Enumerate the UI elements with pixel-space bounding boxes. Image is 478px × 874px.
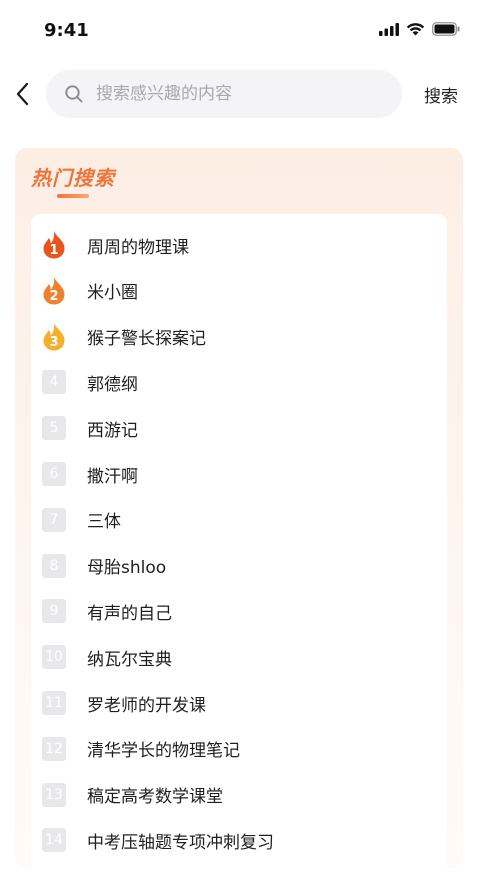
hot-search-item-label: 三体 — [87, 512, 121, 533]
hot-search-item[interactable]: 3 猴子警长探案记 — [31, 314, 447, 360]
rank-badge: 14 — [41, 827, 67, 853]
title-underline — [57, 194, 89, 198]
rank-number: 14 — [42, 828, 66, 853]
rank-number: 13 — [42, 782, 66, 807]
hot-search-item-label: 稿定高考数学课堂 — [87, 787, 223, 808]
hot-search-item[interactable]: 8 母胎shloo — [31, 543, 447, 589]
rank-number: 4 — [42, 370, 66, 395]
rank-flame-badge: 3 — [41, 322, 67, 351]
hot-search-item-label: 纳瓦尔宝典 — [87, 649, 172, 670]
flame-icon: 3 — [43, 322, 65, 351]
hot-search-item-label: 郭德纲 — [87, 374, 138, 395]
battery-icon — [432, 22, 460, 36]
rank-number: 12 — [42, 736, 66, 761]
rank-number: 9 — [42, 599, 66, 624]
hot-search-item[interactable]: 2 米小圈 — [31, 268, 447, 314]
rank-flame-badge: 2 — [41, 276, 67, 305]
hot-search-item-label: 有声的自己 — [87, 603, 172, 624]
hot-search-item-label: 母胎shloo — [87, 558, 167, 579]
hot-search-item[interactable]: 5 西游记 — [31, 405, 447, 451]
back-arrow-icon[interactable] — [12, 80, 34, 108]
hot-search-item-label: 米小圈 — [87, 283, 138, 304]
rank-badge: 7 — [41, 507, 67, 533]
rank-number: 1 — [49, 243, 58, 258]
hot-search-item[interactable]: 10 纳瓦尔宝典 — [31, 634, 447, 680]
hot-search-item[interactable]: 1 周周的物理课 — [31, 222, 447, 268]
hot-search-card: 热门搜索 1 周周的物理课 2 米小圈 3 猴子警长探案记 4 郭德纲 5 西游记 6 撒汗啊 7 三体 8… — [15, 148, 463, 874]
flame-icon: 2 — [43, 276, 65, 305]
status-icons — [379, 22, 460, 36]
rank-number: 2 — [49, 289, 58, 304]
status-time: 9:41 — [44, 20, 89, 41]
hot-search-item-label: 清华学长的物理笔记 — [87, 741, 240, 762]
hot-search-item[interactable]: 13 稿定高考数学课堂 — [31, 772, 447, 818]
search-bar-row: 搜索 — [0, 70, 478, 118]
search-button[interactable]: 搜索 — [424, 82, 458, 107]
hot-search-item-label: 猴子警长探案记 — [87, 329, 206, 350]
hot-search-item-label: 中考压轴题专项冲刺复习 — [87, 832, 274, 853]
flame-icon: 1 — [43, 231, 65, 259]
hot-search-item[interactable]: 11 罗老师的开发课 — [31, 680, 447, 726]
rank-number: 11 — [42, 691, 66, 715]
rank-number: 6 — [42, 462, 66, 486]
rank-badge: 6 — [41, 461, 67, 487]
rank-flame-badge: 1 — [41, 231, 67, 259]
hot-search-item[interactable]: 14 中考压轴题专项冲刺复习 — [31, 817, 447, 863]
hot-search-item[interactable]: 7 三体 — [31, 497, 447, 543]
rank-badge: 11 — [41, 690, 67, 716]
hot-search-item[interactable]: 4 郭德纲 — [31, 359, 447, 405]
rank-badge: 8 — [41, 553, 67, 579]
rank-number: 8 — [42, 553, 66, 578]
rank-number: 7 — [42, 507, 66, 532]
rank-number: 5 — [42, 416, 66, 441]
hot-search-item-label: 撒汗啊 — [87, 466, 138, 487]
rank-number: 10 — [42, 645, 66, 670]
rank-badge: 12 — [41, 736, 67, 762]
search-box[interactable] — [46, 70, 402, 118]
wifi-icon — [406, 23, 425, 36]
hot-search-item[interactable]: 6 撒汗啊 — [31, 451, 447, 497]
rank-number: 3 — [49, 335, 58, 350]
signal-icon — [379, 22, 399, 36]
hot-search-item[interactable]: 9 有声的自己 — [31, 588, 447, 634]
hot-search-title: 热门搜索 — [31, 166, 115, 190]
hot-search-item-label: 西游记 — [87, 420, 138, 441]
hot-search-item[interactable]: 12 清华学长的物理笔记 — [31, 726, 447, 772]
rank-badge: 5 — [41, 415, 67, 441]
rank-badge: 13 — [41, 782, 67, 808]
hot-search-list: 1 周周的物理课 2 米小圈 3 猴子警长探案记 4 郭德纲 5 西游记 6 撒汗啊 7 三体 8 母胎shl… — [31, 214, 447, 874]
hot-search-item-label: 罗老师的开发课 — [87, 695, 206, 716]
search-input[interactable] — [94, 83, 388, 105]
hot-search-item-label: 周周的物理课 — [87, 237, 189, 258]
status-bar: 9:41 — [0, 0, 478, 64]
rank-badge: 9 — [41, 598, 67, 624]
search-icon — [65, 85, 83, 103]
rank-badge: 10 — [41, 644, 67, 670]
rank-badge: 4 — [41, 369, 67, 395]
